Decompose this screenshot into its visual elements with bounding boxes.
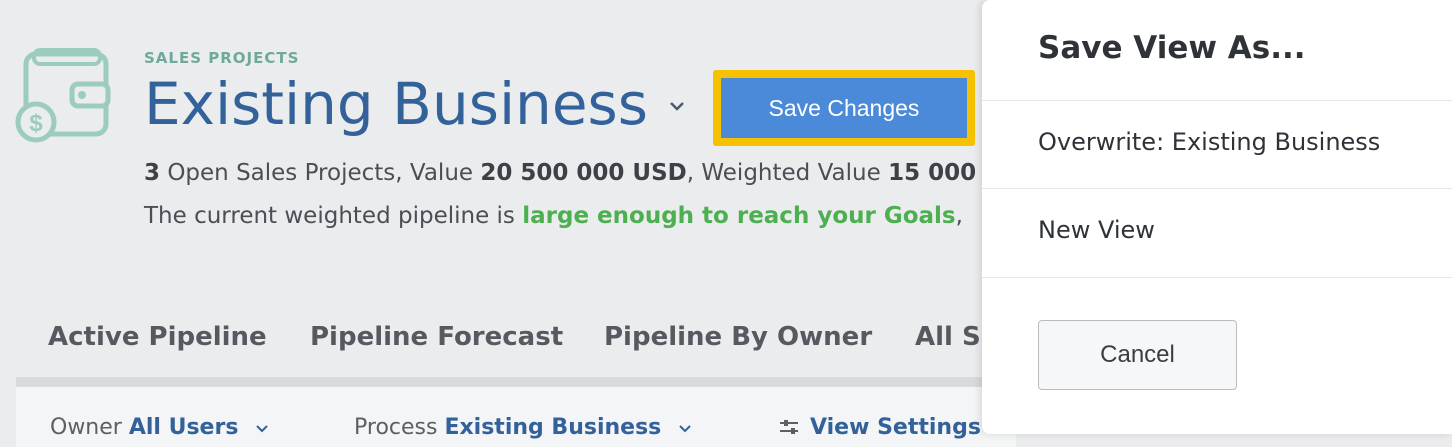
chevron-down-icon [256, 425, 269, 433]
process-filter[interactable]: Process Existing Business [354, 415, 692, 440]
divider [982, 277, 1452, 278]
tab-active-pipeline[interactable]: Active Pipeline [48, 322, 267, 352]
filter-bar: Owner All Users Process Existing Busines… [16, 387, 1016, 447]
sliders-icon [780, 420, 798, 434]
save-view-panel: Save View As... Overwrite: Existing Busi… [982, 0, 1452, 434]
total-value: 20 500 000 USD [480, 160, 687, 186]
cancel-button[interactable]: Cancel [1038, 320, 1237, 390]
new-view-option[interactable]: New View [1038, 216, 1155, 244]
weighted-value: 15 000 [888, 160, 977, 186]
wallet-dollar-icon: $ [15, 48, 111, 143]
page-title[interactable]: Existing Business [144, 66, 648, 142]
tab-pipeline-by-owner[interactable]: Pipeline By Owner [604, 322, 872, 352]
goal-status-text: large enough to reach your Goals [522, 203, 956, 229]
project-stats: 3 Open Sales Projects, Value 20 500 000 … [144, 160, 977, 186]
chevron-down-icon[interactable] [667, 98, 687, 114]
divider [982, 100, 1452, 101]
section-eyebrow: SALES PROJECTS [144, 49, 300, 67]
view-settings-link[interactable]: View Settings [778, 415, 981, 440]
overwrite-view-option[interactable]: Overwrite: Existing Business [1038, 128, 1380, 156]
open-projects-count: 3 [144, 160, 161, 186]
owner-filter[interactable]: Owner All Users [50, 415, 269, 440]
chevron-down-icon [679, 425, 691, 433]
pipeline-status: The current weighted pipeline is large e… [144, 203, 963, 229]
svg-text:$: $ [29, 110, 43, 137]
tab-pipeline-forecast[interactable]: Pipeline Forecast [310, 322, 563, 352]
save-button-highlight: Save Changes [713, 70, 975, 146]
save-changes-button[interactable]: Save Changes [721, 78, 967, 138]
panel-title: Save View As... [1038, 30, 1306, 66]
tab-divider [16, 377, 1016, 387]
divider [982, 188, 1452, 189]
